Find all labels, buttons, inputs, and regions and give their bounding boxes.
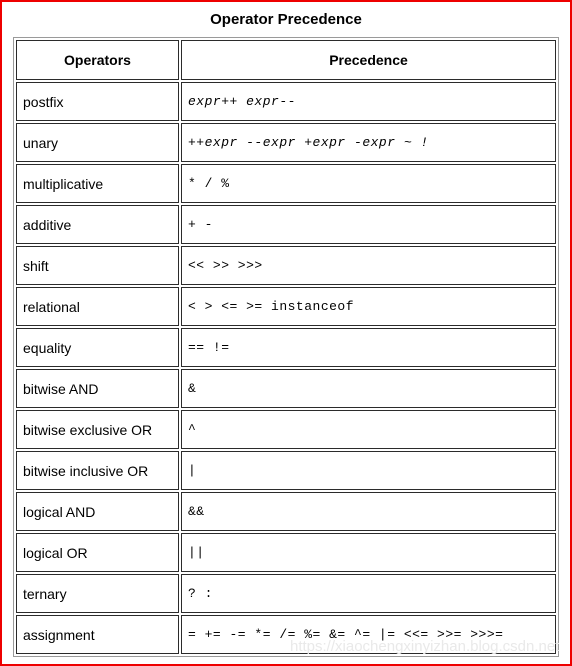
cell-operators: bitwise exclusive OR — [16, 410, 179, 449]
table-row: multiplicative * / % — [16, 164, 556, 203]
cell-precedence: expr++ expr-- — [181, 82, 556, 121]
table-body: postfix expr++ expr-- unary ++expr --expr +… — [16, 82, 556, 654]
cell-precedence: || — [181, 533, 556, 572]
table-row: logical AND && — [16, 492, 556, 531]
operator-precedence-table: Operators Precedence postfix expr++ expr-… — [13, 37, 559, 657]
cell-precedence: = += -= *= /= %= &= ^= |= <<= >>= >>>= — [181, 615, 556, 654]
cell-precedence: ++expr --expr +expr -expr ~ ! — [181, 123, 556, 162]
table-row: relational < > <= >= instanceof — [16, 287, 556, 326]
cell-operators: additive — [16, 205, 179, 244]
cell-precedence: + - — [181, 205, 556, 244]
table-row: ternary? : — [16, 574, 556, 613]
cell-operators: logical AND — [16, 492, 179, 531]
cell-operators: unary — [16, 123, 179, 162]
cell-operators: relational — [16, 287, 179, 326]
cell-precedence: == != — [181, 328, 556, 367]
page-title: Operator Precedence — [210, 11, 362, 28]
table-header: Operators Precedence — [16, 40, 556, 80]
table-row: unary ++expr --expr +expr -expr ~ ! — [16, 123, 556, 162]
cell-operators: ternary — [16, 574, 179, 613]
cell-precedence: << >> >>> — [181, 246, 556, 285]
cell-precedence: & — [181, 369, 556, 408]
cell-precedence: ^ — [181, 410, 556, 449]
table-row: additive + - — [16, 205, 556, 244]
cell-operators: postfix — [16, 82, 179, 121]
table-row: logical OR || — [16, 533, 556, 572]
table-row: bitwise exclusive OR ^ — [16, 410, 556, 449]
cell-operators: multiplicative — [16, 164, 179, 203]
table-row: bitwise AND & — [16, 369, 556, 408]
cell-operators: shift — [16, 246, 179, 285]
cell-precedence: ? : — [181, 574, 556, 613]
table-row: equality == != — [16, 328, 556, 367]
cell-operators: logical OR — [16, 533, 179, 572]
column-header-precedence: Precedence — [181, 40, 556, 80]
table-row: shift << >> >>> — [16, 246, 556, 285]
table-row: postfix expr++ expr-- — [16, 82, 556, 121]
column-header-operators: Operators — [16, 40, 179, 80]
cell-operators: assignment — [16, 615, 179, 654]
page-frame: Operator Precedence Operators Precedence… — [0, 0, 572, 666]
cell-precedence: && — [181, 492, 556, 531]
cell-precedence: * / % — [181, 164, 556, 203]
cell-precedence: | — [181, 451, 556, 490]
cell-operators: bitwise AND — [16, 369, 179, 408]
table-row: bitwise inclusive OR | — [16, 451, 556, 490]
cell-operators: equality — [16, 328, 179, 367]
cell-operators: bitwise inclusive OR — [16, 451, 179, 490]
table-header-row: Operators Precedence — [16, 40, 556, 80]
cell-precedence: < > <= >= instanceof — [181, 287, 556, 326]
table-row: assignment = += -= *= /= %= &= ^= |= <<= … — [16, 615, 556, 654]
